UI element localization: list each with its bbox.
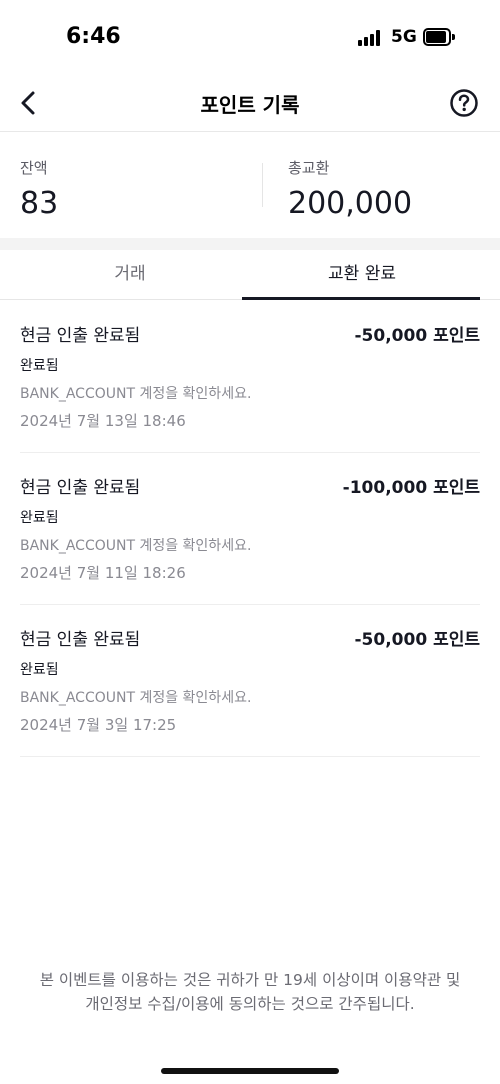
exchange-label: 총교환 [288,159,330,177]
active-tab-indicator [242,297,480,300]
exchange-value: 200,000 [288,186,413,221]
item-date: 2024년 7월 13일 18:46 [20,412,186,430]
item-amount: -50,000 포인트 [354,326,481,346]
item-date: 2024년 7월 11일 18:26 [20,564,186,582]
item-description: BANK_ACCOUNT 계정을 확인하세요. [20,538,252,554]
balance-value: 83 [20,186,59,221]
tab-bar: 거래 교환 완료 [0,250,500,300]
navigation-bar: 포인트 기록 [0,72,500,132]
list-item[interactable]: 현금 인출 완료됨 -50,000 포인트 완료됨 BANK_ACCOUNT 계… [20,301,480,453]
tab-exchange-complete[interactable]: 교환 완료 [242,250,482,300]
item-amount: -100,000 포인트 [342,478,480,498]
network-type: 5G [391,27,417,47]
section-divider [0,238,500,250]
item-amount: -50,000 포인트 [354,630,481,650]
transaction-list: 현금 인출 완료됨 -50,000 포인트 완료됨 BANK_ACCOUNT 계… [0,301,500,757]
status-bar: 6:46 5G [0,0,500,72]
item-title: 현금 인출 완료됨 [20,630,141,650]
battery-icon [423,28,455,46]
item-status: 완료됨 [20,358,59,374]
item-description: BANK_ACCOUNT 계정을 확인하세요. [20,690,252,706]
home-indicator [161,1068,339,1074]
item-description: BANK_ACCOUNT 계정을 확인하세요. [20,386,252,402]
item-title: 현금 인출 완료됨 [20,326,141,346]
list-item[interactable]: 현금 인출 완료됨 -50,000 포인트 완료됨 BANK_ACCOUNT 계… [20,605,480,757]
item-status: 완료됨 [20,510,59,526]
tab-transactions[interactable]: 거래 [10,250,250,300]
page-title: 포인트 기록 [200,93,300,117]
legal-notice: 본 이벤트를 이용하는 것은 귀하가 만 19세 이상이며 이용약관 및 개인정… [39,971,461,1013]
points-summary: 잔액 83 총교환 200,000 [0,133,500,238]
signal-icon [358,30,384,46]
item-date: 2024년 7월 3일 17:25 [20,716,177,734]
item-title: 현금 인출 완료됨 [20,478,141,498]
summary-divider [262,163,263,207]
question-circle-icon [450,89,478,117]
status-time: 6:46 [66,24,121,49]
help-button[interactable] [449,88,479,118]
list-item[interactable]: 현금 인출 완료됨 -100,000 포인트 완료됨 BANK_ACCOUNT … [20,453,480,605]
exchange-block: 총교환 200,000 [288,157,412,221]
balance-block: 잔액 83 [20,157,58,221]
balance-label: 잔액 [20,159,48,177]
item-status: 완료됨 [20,662,59,678]
